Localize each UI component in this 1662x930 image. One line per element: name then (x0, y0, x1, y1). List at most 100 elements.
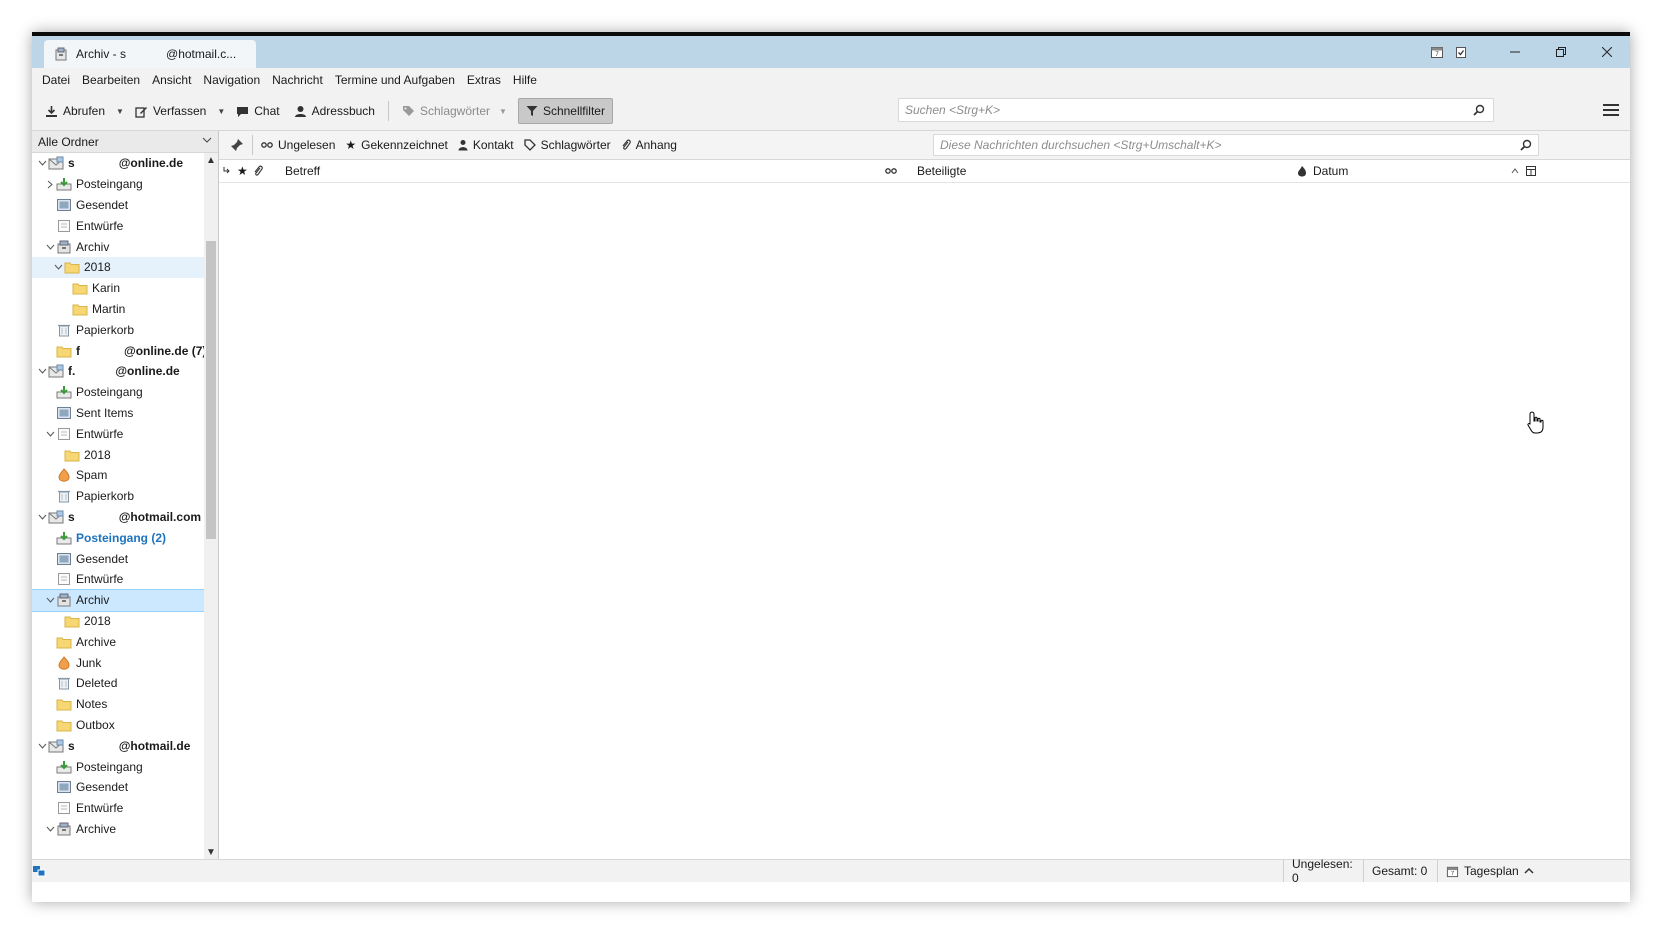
junk-column-icon[interactable] (1297, 160, 1307, 182)
folder-row[interactable]: 2018 (32, 611, 218, 632)
abrufen-button[interactable]: Abrufen (38, 99, 112, 123)
menu-hamburger-icon[interactable] (1602, 102, 1622, 120)
chevron-up-icon (1524, 867, 1534, 875)
folder-label: Deleted (76, 676, 118, 691)
menu-termine[interactable]: Termine und Aufgaben (329, 73, 461, 87)
menu-navigation[interactable]: Navigation (197, 73, 266, 87)
folder-pane-header[interactable]: Alle Ordner (32, 131, 218, 153)
folder-row[interactable]: Deleted (32, 673, 218, 694)
sticky-filter-button[interactable] (225, 138, 249, 152)
restore-button[interactable] (1538, 36, 1584, 68)
folder-row[interactable]: Posteingang (32, 756, 218, 777)
folder-row[interactable]: Sent Items (32, 403, 218, 424)
folder-row[interactable]: Junk (32, 652, 218, 673)
search-icon[interactable] (1473, 104, 1485, 116)
scroll-up-arrow[interactable]: ▲ (204, 153, 218, 167)
account-row[interactable]: s @hotmail.com (32, 507, 218, 528)
close-button[interactable] (1584, 36, 1630, 68)
folder-row[interactable]: Archive (32, 819, 218, 840)
online-status-icon[interactable] (32, 864, 46, 878)
download-icon (45, 105, 58, 118)
verfassen-button[interactable]: Verfassen (128, 99, 213, 123)
account-row[interactable]: s @online.de (32, 153, 218, 174)
trash-icon (56, 489, 72, 503)
message-list[interactable] (219, 183, 1630, 859)
folder-row[interactable]: f @online.de (7) (32, 340, 218, 361)
scroll-down-arrow[interactable]: ▼ (204, 845, 218, 859)
column-datum[interactable]: Datum (1313, 160, 1348, 182)
filter-kontakt[interactable]: Kontakt (453, 138, 519, 152)
menu-datei[interactable]: Datei (36, 73, 76, 87)
chat-button[interactable]: Chat (229, 99, 286, 123)
read-status-column-icon[interactable] (885, 160, 897, 182)
folder-row[interactable]: Archiv (32, 236, 218, 257)
folder-row[interactable]: Posteingang (32, 382, 218, 403)
filter-gekennzeichnet[interactable]: ★ Gekennzeichnet (340, 138, 453, 152)
message-search-input[interactable] (934, 137, 1520, 153)
folder-row[interactable]: Archive (32, 631, 218, 652)
folder-row[interactable]: Gesendet (32, 195, 218, 216)
schnellfilter-button[interactable]: Schnellfilter (517, 98, 613, 124)
folder-row[interactable]: Outbox (32, 715, 218, 736)
folder-row[interactable]: Spam (32, 465, 218, 486)
folder-row[interactable]: Entwürfe (32, 798, 218, 819)
tasks-icon[interactable] (1452, 43, 1470, 61)
chevron-right-icon[interactable] (44, 180, 56, 189)
scrollbar-thumb[interactable] (206, 241, 216, 539)
column-picker-icon[interactable] (1525, 160, 1537, 182)
abrufen-dropdown-arrow[interactable]: ▼ (112, 107, 128, 116)
schlagwoerter-button[interactable]: Schlagwörter ▼ (395, 99, 518, 123)
thread-column-icon[interactable] (223, 160, 231, 182)
chevron-down-icon[interactable] (36, 160, 48, 167)
tab-archiv[interactable]: Archiv - s @hotmail.c... (44, 40, 256, 68)
folder-row[interactable]: Posteingang (2) (32, 527, 218, 548)
column-beteiligte[interactable]: Beteiligte (917, 160, 966, 182)
folder-row[interactable]: Papierkorb (32, 486, 218, 507)
chevron-down-icon[interactable] (44, 431, 56, 437)
account-row[interactable]: s @hotmail.de (32, 735, 218, 756)
menu-bearbeiten[interactable]: Bearbeiten (76, 73, 146, 87)
chevron-down-icon[interactable] (44, 244, 56, 250)
search-icon[interactable] (1520, 139, 1532, 151)
chevron-down-icon[interactable] (44, 826, 56, 832)
account-row[interactable]: f. @online.de (32, 361, 218, 382)
filter-anhang[interactable]: Anhang (616, 138, 682, 152)
attachment-column-icon[interactable] (253, 160, 263, 182)
folder-row[interactable]: Karin (32, 278, 218, 299)
folder-row[interactable]: Entwürfe (32, 569, 218, 590)
folder-row[interactable]: Entwürfe (32, 215, 218, 236)
tagesplan-toggle[interactable]: 7 Tagesplan (1437, 860, 1535, 882)
adressbuch-button[interactable]: Adressbuch (287, 99, 382, 123)
calendar-icon[interactable]: 7 (1428, 43, 1446, 61)
menu-ansicht[interactable]: Ansicht (146, 73, 197, 87)
column-betreff[interactable]: Betreff (285, 160, 320, 182)
folder-row[interactable]: Martin (32, 299, 218, 320)
folder-row[interactable]: Gesendet (32, 548, 218, 569)
chevron-down-icon[interactable] (36, 514, 48, 520)
menu-nachricht[interactable]: Nachricht (266, 73, 329, 87)
global-search-input[interactable] (899, 102, 1473, 118)
chevron-down-icon[interactable] (36, 743, 48, 749)
menu-extras[interactable]: Extras (461, 73, 507, 87)
filter-ungelesen[interactable]: Ungelesen (256, 138, 340, 152)
sent-icon (56, 198, 72, 212)
folder-row[interactable]: Papierkorb (32, 319, 218, 340)
folder-label: Entwürfe (76, 801, 124, 816)
folder-row[interactable]: 2018 (32, 444, 218, 465)
filter-schlagwoerter[interactable]: Schlagwörter (519, 138, 616, 152)
tag-icon (523, 139, 536, 151)
folder-row[interactable]: Entwürfe (32, 423, 218, 444)
folder-row[interactable]: 2018 (32, 256, 218, 278)
menu-hilfe[interactable]: Hilfe (507, 73, 543, 87)
chevron-down-icon[interactable] (44, 597, 56, 603)
chevron-down-icon[interactable] (52, 264, 64, 271)
folder-row[interactable]: Notes (32, 694, 218, 715)
star-column-icon[interactable]: ★ (237, 160, 248, 182)
folder-row[interactable]: Archiv (32, 588, 218, 612)
chevron-down-icon[interactable] (36, 368, 48, 375)
minimize-button[interactable] (1492, 36, 1538, 68)
verfassen-dropdown-arrow[interactable]: ▼ (213, 107, 229, 116)
folder-scrollbar[interactable]: ▲ ▼ (204, 153, 218, 859)
folder-row[interactable]: Posteingang (32, 174, 218, 195)
folder-row[interactable]: Gesendet (32, 777, 218, 798)
